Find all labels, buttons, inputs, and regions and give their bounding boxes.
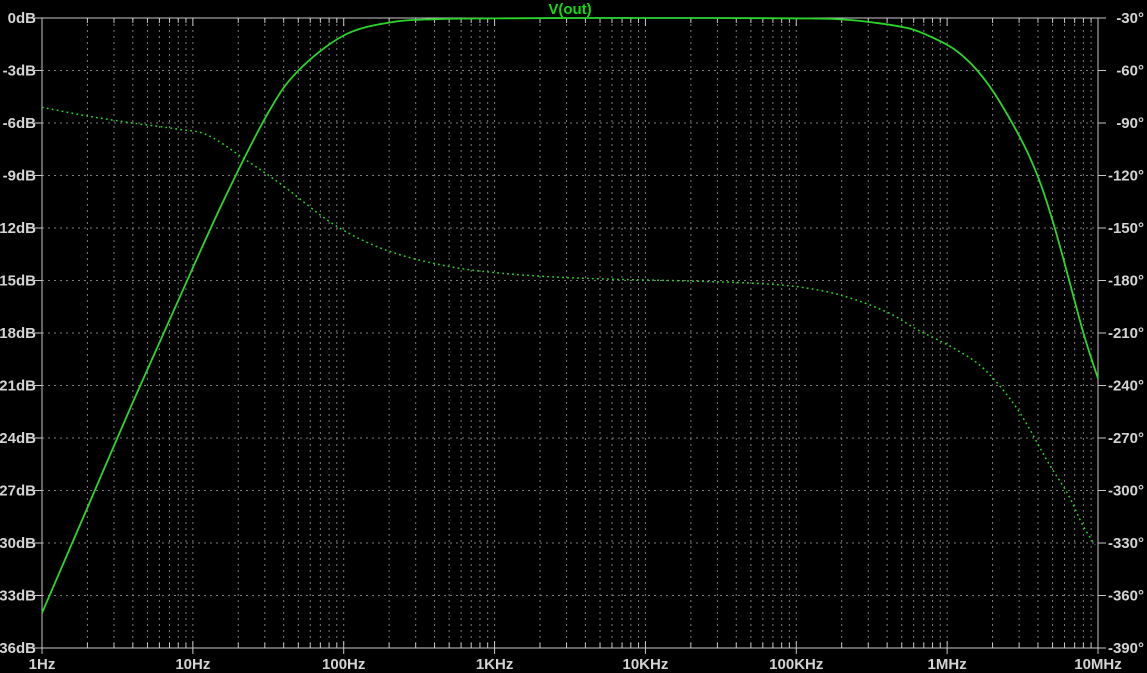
tick-label: -90° xyxy=(1116,115,1144,132)
tick-label: 100Hz xyxy=(322,656,365,673)
tick-label: 1MHz xyxy=(928,656,967,673)
tick-label: -30° xyxy=(1116,10,1144,27)
tick-label: 1Hz xyxy=(29,656,56,673)
plot-background xyxy=(0,0,1147,673)
tick-label: 10Hz xyxy=(175,656,210,673)
tick-label: -27dB xyxy=(0,483,36,500)
tick-label: -210° xyxy=(1108,325,1144,342)
bode-plot-canvas[interactable]: 0dB -3dB -6dB -9dB -12dB -15dB -18dB -21dB -24dB… xyxy=(0,0,1147,673)
tick-label: -180° xyxy=(1108,273,1144,290)
tick-label: -15dB xyxy=(0,273,36,290)
tick-label: -18dB xyxy=(0,325,36,342)
tick-label: -3dB xyxy=(3,63,37,80)
tick-label: -270° xyxy=(1108,430,1144,447)
tick-label: 10MHz xyxy=(1074,656,1122,673)
tick-label: -12dB xyxy=(0,220,36,237)
tick-label: -360° xyxy=(1108,588,1144,605)
tick-label: -120° xyxy=(1108,168,1144,185)
tick-label: 1KHz xyxy=(476,656,514,673)
waveform-pane[interactable]: 0dB -3dB -6dB -9dB -12dB -15dB -18dB -21dB -24dB… xyxy=(0,0,1147,673)
tick-label: -240° xyxy=(1108,378,1144,395)
tick-label: -30dB xyxy=(0,535,36,552)
tick-label: -330° xyxy=(1108,535,1144,552)
tick-label: -390° xyxy=(1108,640,1144,657)
tick-label: 0dB xyxy=(8,10,37,27)
tick-label: -6dB xyxy=(3,115,37,132)
tick-label: -21dB xyxy=(0,378,36,395)
tick-label: -150° xyxy=(1108,220,1144,237)
tick-label: -60° xyxy=(1116,63,1144,80)
tick-label: 10KHz xyxy=(622,656,668,673)
tick-label: -24dB xyxy=(0,430,36,447)
tick-label: -33dB xyxy=(0,588,36,605)
tick-label: 100KHz xyxy=(769,656,823,673)
tick-label: -9dB xyxy=(3,168,37,185)
tick-label: -36dB xyxy=(0,640,36,657)
trace-label[interactable]: V(out) xyxy=(548,1,591,18)
tick-label: -300° xyxy=(1108,483,1144,500)
